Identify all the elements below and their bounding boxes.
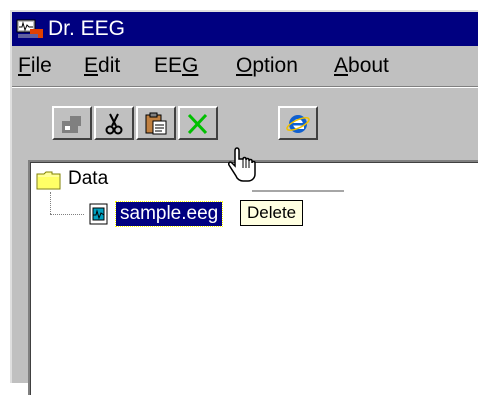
scissors-icon [105, 113, 123, 135]
menu-separator [12, 86, 478, 88]
tree-connector-vertical [50, 192, 51, 214]
eeg-file-icon[interactable] [88, 202, 110, 226]
title-bar[interactable]: Dr. EEG [12, 12, 478, 46]
delete-x-icon [187, 113, 208, 135]
menu-option-mnemonic: O [236, 54, 253, 77]
menu-edit-mnemonic: E [84, 54, 99, 77]
menu-edit-label: dit [98, 54, 121, 77]
tree-item-sample[interactable]: sample.eeg [114, 201, 224, 227]
paste-button[interactable] [136, 106, 176, 140]
delete-tooltip: Delete [240, 200, 304, 226]
cut-alt-icon [62, 116, 81, 133]
menu-about-mnemonic: A [334, 54, 349, 77]
menu-file-label: ile [30, 54, 52, 77]
menu-option[interactable]: Option [236, 54, 298, 78]
menu-eeg-label: EE [154, 54, 183, 77]
menu-eeg[interactable]: EEG [154, 54, 198, 78]
cut-alt-button[interactable] [52, 106, 92, 140]
eeg-app-icon[interactable] [16, 18, 44, 40]
window-title: Dr. EEG [48, 17, 126, 40]
delete-button[interactable] [178, 106, 218, 140]
tree-root-label[interactable]: Data [68, 168, 108, 190]
browser-button[interactable] [278, 106, 318, 140]
menu-file-mnemonic: F [18, 54, 31, 77]
menu-option-label: ption [252, 54, 298, 77]
internet-explorer-icon [286, 115, 310, 133]
hand-pointer-icon [228, 147, 256, 182]
menu-edit[interactable]: Edit [84, 54, 120, 78]
menu-eeg-mnemonic: G [182, 54, 199, 77]
app-window: Dr. EEG File Edit EEG Option About Data … [10, 10, 478, 395]
menu-file[interactable]: File [18, 54, 52, 78]
menu-about-label: bout [348, 54, 389, 77]
tree-connector-horizontal [50, 214, 84, 215]
paste-icon [145, 112, 167, 135]
menu-about[interactable]: About [334, 54, 389, 78]
cut-button[interactable] [94, 106, 134, 140]
menu-bar: File Edit EEG Option About [12, 46, 478, 86]
folder-icon[interactable] [36, 170, 62, 190]
